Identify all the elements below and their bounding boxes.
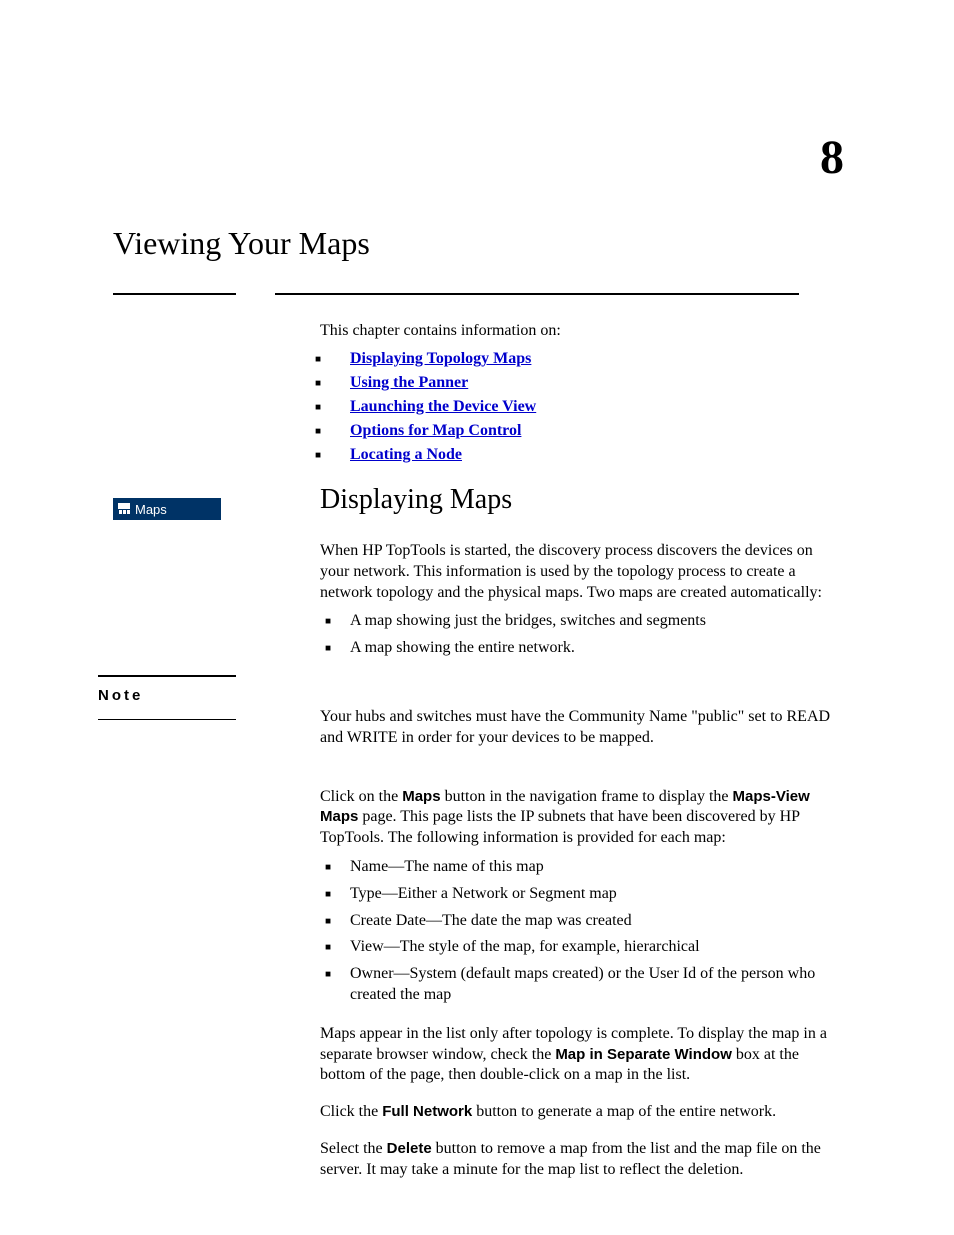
divider-right bbox=[275, 293, 799, 295]
toc-link-launching-device-view[interactable]: Launching the Device View bbox=[350, 398, 536, 415]
list-item: Type—Either a Network or Segment map bbox=[320, 884, 840, 905]
paragraph-discovery: When HP TopTools is started, the discove… bbox=[320, 541, 840, 603]
toc-item: Options for Map Control bbox=[320, 422, 840, 440]
bold-delete: Delete bbox=[387, 1140, 432, 1157]
maps-icon bbox=[117, 502, 131, 516]
chapter-title: Viewing Your Maps bbox=[113, 225, 370, 262]
bold-maps: Maps bbox=[402, 788, 440, 805]
maps-nav-button: Maps bbox=[113, 498, 221, 520]
divider-left bbox=[113, 293, 236, 295]
list-item: Create Date—The date the map was created bbox=[320, 911, 840, 932]
toc-link-options-map-control[interactable]: Options for Map Control bbox=[350, 422, 521, 439]
list-item: Owner—System (default maps created) or t… bbox=[320, 964, 840, 1006]
toc-item: Displaying Topology Maps bbox=[320, 350, 840, 368]
toc-link-displaying-topology[interactable]: Displaying Topology Maps bbox=[350, 350, 531, 367]
maps-button-label: Maps bbox=[135, 502, 167, 517]
bullet-list-maps-created: A map showing just the bridges, switches… bbox=[320, 611, 840, 659]
paragraph-full-network: Click the Full Network button to generat… bbox=[320, 1102, 840, 1123]
list-item: A map showing just the bridges, switches… bbox=[320, 611, 840, 632]
toc-item: Using the Panner bbox=[320, 374, 840, 392]
intro-text: This chapter contains information on: bbox=[320, 322, 840, 340]
bullet-list-map-info: Name—The name of this map Type—Either a … bbox=[320, 857, 840, 1006]
note-rule-top bbox=[98, 675, 236, 677]
list-item: Name—The name of this map bbox=[320, 857, 840, 878]
note-rule-bottom bbox=[98, 719, 236, 720]
list-item: View—The style of the map, for example, … bbox=[320, 937, 840, 958]
paragraph-click-maps: Click on the Maps button in the navigati… bbox=[320, 787, 840, 849]
paragraph-map-display: Maps appear in the list only after topol… bbox=[320, 1024, 840, 1086]
paragraph-delete: Select the Delete button to remove a map… bbox=[320, 1139, 840, 1181]
bold-map-separate-window: Map in Separate Window bbox=[555, 1046, 732, 1063]
toc-list: Displaying Topology Maps Using the Panne… bbox=[320, 350, 840, 464]
chapter-number: 8 bbox=[820, 130, 844, 185]
toc-item: Launching the Device View bbox=[320, 398, 840, 416]
main-content: This chapter contains information on: Di… bbox=[320, 322, 840, 1189]
toc-item: Locating a Node bbox=[320, 446, 840, 464]
note-text: Your hubs and switches must have the Com… bbox=[320, 707, 840, 749]
note-label: Note bbox=[98, 687, 238, 704]
toc-link-using-panner[interactable]: Using the Panner bbox=[350, 374, 468, 391]
section-heading: Displaying Maps bbox=[320, 484, 840, 516]
toc-link-locating-node[interactable]: Locating a Node bbox=[350, 446, 462, 463]
bold-full-network: Full Network bbox=[382, 1103, 472, 1120]
list-item: A map showing the entire network. bbox=[320, 638, 840, 659]
